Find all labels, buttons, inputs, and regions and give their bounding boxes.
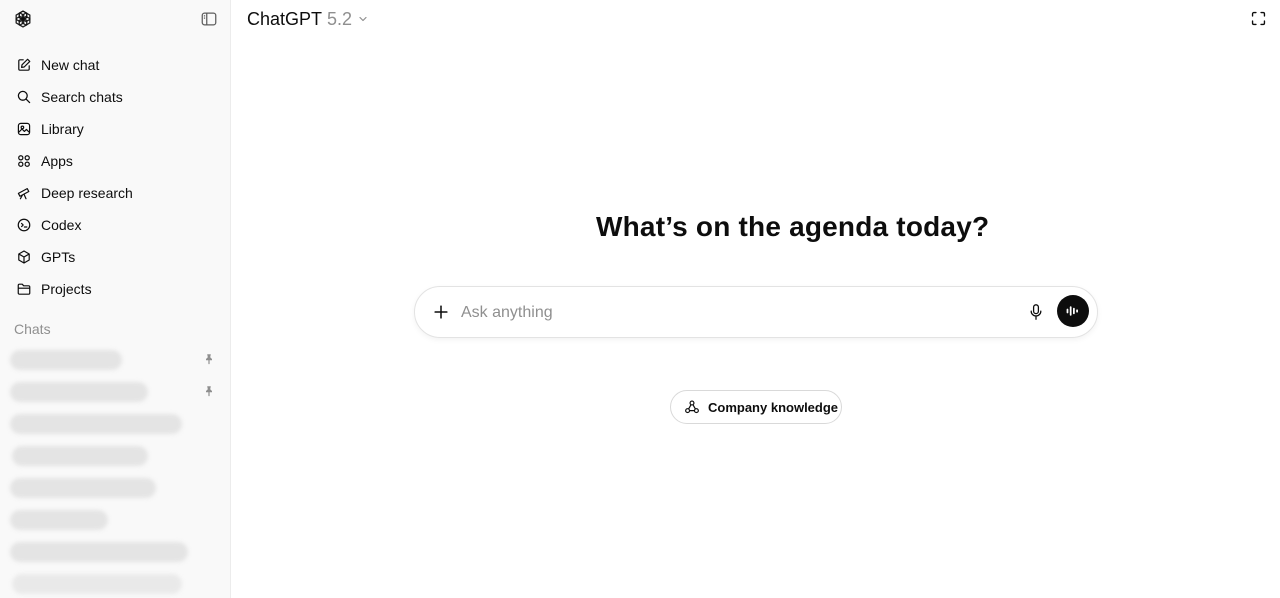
library-icon <box>15 120 33 138</box>
pin-icon[interactable] <box>202 384 216 398</box>
microphone-icon[interactable] <box>1025 301 1047 323</box>
sidebar-item-deep-research[interactable]: Deep research <box>6 177 224 209</box>
sidebar-item-label: Library <box>41 121 84 137</box>
sidebar-nav: New chat Search chats Library Apps Deep … <box>6 49 224 305</box>
blurred-chat-title <box>12 574 182 594</box>
fullscreen-icon[interactable] <box>1248 8 1268 28</box>
model-name: ChatGPT <box>247 8 323 29</box>
sidebar-toggle-icon[interactable] <box>198 8 220 30</box>
sidebar-item-label: GPTs <box>41 249 76 265</box>
codex-icon <box>15 216 33 234</box>
list-item[interactable] <box>0 408 231 440</box>
search-icon <box>15 88 33 106</box>
page-title: What’s on the agenda today? <box>596 211 990 242</box>
blurred-chat-title <box>10 478 156 498</box>
sidebar-item-label: Search chats <box>41 89 123 105</box>
sidebar-item-label: Deep research <box>41 185 133 201</box>
sidebar-item-gpts[interactable]: GPTs <box>6 241 224 273</box>
voice-mode-button[interactable] <box>1057 295 1089 327</box>
telescope-icon <box>15 184 33 202</box>
sidebar-item-library[interactable]: Library <box>6 113 224 145</box>
blurred-chat-title <box>10 382 148 402</box>
list-item[interactable] <box>0 536 231 568</box>
sidebar: New chat Search chats Library Apps Deep … <box>0 0 231 598</box>
blurred-chat-title <box>10 350 122 370</box>
company-knowledge-button[interactable]: Company knowledge <box>670 390 842 424</box>
prompt-input[interactable] <box>461 301 1001 325</box>
blurred-chat-title <box>10 542 188 562</box>
chat-history-list <box>0 344 231 598</box>
openai-logo-icon[interactable] <box>12 8 34 30</box>
list-item[interactable] <box>0 376 231 408</box>
blurred-chat-title <box>10 414 182 434</box>
edit-icon <box>15 56 33 74</box>
sidebar-item-label: Apps <box>41 153 73 169</box>
blurred-chat-title <box>10 510 108 530</box>
model-selector[interactable]: ChatGPT 5.2 <box>247 7 369 31</box>
pin-icon[interactable] <box>202 352 216 366</box>
folder-icon <box>15 280 33 298</box>
list-item[interactable] <box>0 504 231 536</box>
sidebar-item-projects[interactable]: Projects <box>6 273 224 305</box>
add-attachment-button[interactable] <box>429 300 453 324</box>
list-item[interactable] <box>0 568 231 598</box>
sidebar-item-label: New chat <box>41 57 100 73</box>
waveform-icon <box>1066 306 1078 316</box>
sidebar-item-apps[interactable]: Apps <box>6 145 224 177</box>
apps-icon <box>15 152 33 170</box>
company-knowledge-label: Company knowledge <box>708 399 839 415</box>
sidebar-item-label: Projects <box>41 281 92 297</box>
sidebar-item-search-chats[interactable]: Search chats <box>6 81 224 113</box>
sidebar-item-codex[interactable]: Codex <box>6 209 224 241</box>
sidebar-item-label: Codex <box>41 217 82 233</box>
blurred-chat-title <box>12 446 148 466</box>
cube-icon <box>15 248 33 266</box>
sidebar-item-new-chat[interactable]: New chat <box>6 49 224 81</box>
company-knowledge-icon <box>683 398 701 416</box>
list-item[interactable] <box>0 440 231 472</box>
chats-section-label: Chats <box>14 321 51 337</box>
list-item[interactable] <box>0 344 231 376</box>
model-version: 5.2 <box>327 8 353 29</box>
composer <box>414 286 1098 338</box>
list-item[interactable] <box>0 472 231 504</box>
chevron-down-icon <box>357 13 369 25</box>
